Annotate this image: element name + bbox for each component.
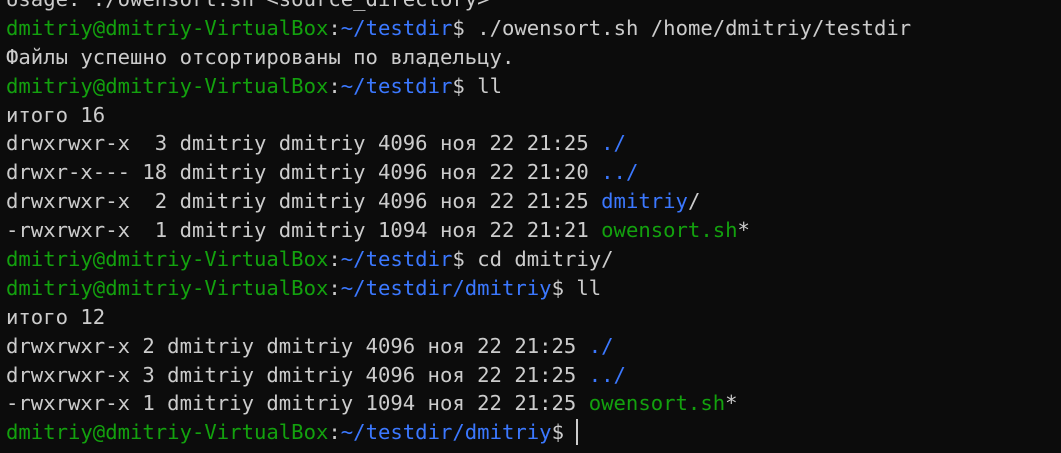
prompt-user-host: dmitriy@dmitriy-VirtualBox — [6, 247, 329, 272]
prompt-cwd: ~/testdir — [340, 15, 453, 40]
prompt-separator: : — [328, 73, 341, 98]
prompt-user-host: dmitriy@dmitriy-VirtualBox — [6, 73, 329, 98]
prompt-dollar: $ — [452, 73, 478, 98]
prompt-user-host: dmitriy@dmitriy-VirtualBox — [6, 420, 329, 445]
directory-name: ./ — [601, 131, 626, 156]
prompt-dollar: $ — [551, 275, 577, 300]
prompt-separator: : — [328, 247, 341, 272]
terminal-output: Usage: ./owensort.sh <source_directory>d… — [6, 0, 911, 447]
prompt-dollar: $ — [452, 247, 478, 272]
prompt-cwd: ~/testdir — [340, 247, 453, 272]
prompt-line: dmitriy@dmitriy-VirtualBox:~/testdir/dmi… — [6, 274, 911, 303]
prompt-cwd: ~/testdir/dmitriy — [340, 275, 552, 300]
command-text: ./owensort.sh /home/dmitriy/testdir — [477, 15, 912, 40]
command-text: ll — [576, 275, 602, 300]
directory-name: ../ — [588, 362, 626, 387]
listing-row: -rwxrwxr-x 1 dmitriy dmitriy 1094 ноя 22… — [6, 389, 911, 418]
prompt-user-host: dmitriy@dmitriy-VirtualBox — [6, 15, 329, 40]
directory-name: ./ — [588, 333, 614, 358]
output-text: итого 16 — [6, 102, 106, 127]
output-line: итого 16 — [6, 101, 911, 130]
listing-suffix: * — [737, 218, 750, 243]
terminal-window[interactable]: Usage: ./owensort.sh <source_directory>d… — [0, 0, 1061, 453]
listing-suffix: / — [687, 189, 701, 214]
prompt-separator: : — [328, 420, 341, 445]
prompt-cwd: ~/testdir/dmitriy — [340, 420, 552, 445]
listing-row: -rwxrwxr-x 1 dmitriy dmitriy 1094 ноя 22… — [6, 216, 911, 245]
active-prompt-line: dmitriy@dmitriy-VirtualBox:~/testdir/dmi… — [6, 418, 911, 447]
listing-row: drwxrwxr-x 2 dmitriy dmitriy 4096 ноя 22… — [6, 332, 911, 361]
output-text: Файлы успешно отсортированы по владельцу… — [6, 44, 515, 69]
listing-attributes: drwxr-x--- 18 dmitriy dmitriy 4096 ноя 2… — [6, 160, 602, 185]
command-text: cd dmitriy/ — [477, 247, 614, 272]
prompt-separator: : — [328, 275, 341, 300]
listing-attributes: drwxrwxr-x 3 dmitriy dmitriy 4096 ноя 22… — [6, 362, 589, 387]
listing-attributes: -rwxrwxr-x 1 dmitriy dmitriy 1094 ноя 22… — [6, 218, 602, 243]
directory-name: dmitriy — [601, 189, 688, 214]
prompt-cwd: ~/testdir — [340, 73, 453, 98]
prompt-line: dmitriy@dmitriy-VirtualBox:~/testdir$ ll — [6, 72, 911, 101]
executable-name: owensort.sh — [601, 218, 738, 243]
prompt-dollar: $ — [551, 420, 564, 445]
listing-attributes: drwxrwxr-x 3 dmitriy dmitriy 4096 ноя 22… — [6, 131, 602, 156]
listing-suffix: * — [725, 391, 738, 416]
prompt-dollar: $ — [452, 15, 478, 40]
text-cursor[interactable] — [575, 419, 578, 446]
listing-row: drwxrwxr-x 3 dmitriy dmitriy 4096 ноя 22… — [6, 361, 911, 390]
listing-attributes: drwxrwxr-x 2 dmitriy dmitriy 4096 ноя 22… — [6, 189, 602, 214]
prompt-line: dmitriy@dmitriy-VirtualBox:~/testdir$ cd… — [6, 245, 911, 274]
listing-row: drwxrwxr-x 3 dmitriy dmitriy 4096 ноя 22… — [6, 129, 911, 158]
command-text: ll — [477, 73, 502, 98]
prompt-separator: : — [328, 15, 341, 40]
output-line: итого 12 — [6, 303, 911, 332]
output-line: Файлы успешно отсортированы по владельцу… — [6, 43, 911, 72]
prompt-user-host: dmitriy@dmitriy-VirtualBox — [6, 275, 329, 300]
executable-name: owensort.sh — [588, 391, 726, 416]
prompt-line: dmitriy@dmitriy-VirtualBox:~/testdir$ ./… — [6, 14, 911, 43]
listing-attributes: -rwxrwxr-x 1 dmitriy dmitriy 1094 ноя 22… — [6, 391, 589, 416]
listing-row: drwxrwxr-x 2 dmitriy dmitriy 4096 ноя 22… — [6, 187, 911, 216]
output-line: Usage: ./owensort.sh <source_directory> — [6, 0, 911, 14]
output-text: Usage: ./owensort.sh <source_directory> — [6, 0, 490, 11]
directory-name: ../ — [601, 160, 639, 185]
listing-row: drwxr-x--- 18 dmitriy dmitriy 4096 ноя 2… — [6, 158, 911, 187]
listing-attributes: drwxrwxr-x 2 dmitriy dmitriy 4096 ноя 22… — [6, 333, 589, 358]
output-text: итого 12 — [6, 304, 106, 329]
